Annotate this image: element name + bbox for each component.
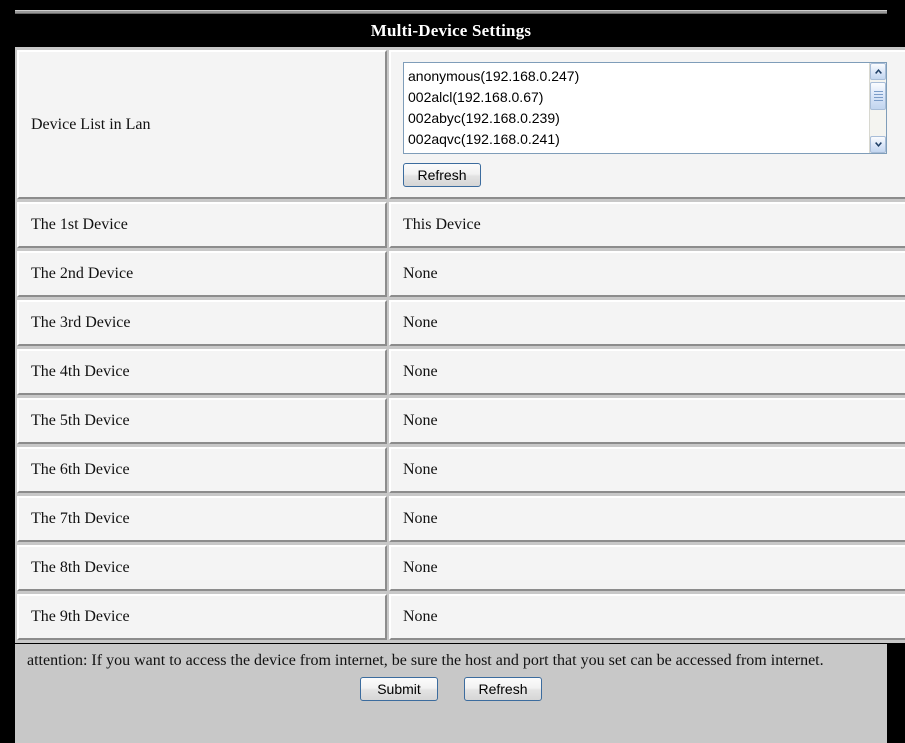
device-5-label-cell: The 5th Device (17, 398, 387, 444)
refresh-device-list-button[interactable]: Refresh (403, 163, 481, 187)
app-window: Multi-Device Settings Device List in Lan… (0, 0, 905, 743)
device-9-value: None (403, 608, 438, 625)
table-row: The 9th Device None (17, 594, 905, 640)
device-4-value-cell: None (389, 349, 905, 395)
scroll-thumb[interactable] (870, 82, 886, 110)
chevron-down-icon (874, 142, 882, 147)
list-item[interactable]: 002aqvc(192.168.0.241) (408, 129, 579, 150)
device-5-value-cell: None (389, 398, 905, 444)
listbox-refresh-wrap: Refresh (403, 163, 905, 187)
device-8-label: The 8th Device (31, 559, 130, 576)
attention-text: attention: If you want to access the dev… (27, 652, 824, 669)
device-list-label: Device List in Lan (31, 115, 151, 133)
device-2-value-cell: None (389, 251, 905, 297)
multi-device-settings-table: Device List in Lan anonymous(192.168.0.2… (15, 47, 905, 643)
device-1-value-cell: This Device (389, 202, 905, 248)
table-row: The 2nd Device None (17, 251, 905, 297)
scroll-thumb-grip (873, 89, 883, 103)
footer-buttons: Submit Refresh (23, 677, 879, 733)
device-6-label-cell: The 6th Device (17, 447, 387, 493)
device-7-value-cell: None (389, 496, 905, 542)
device-4-value: None (403, 363, 438, 380)
device-2-label-cell: The 2nd Device (17, 251, 387, 297)
table-row: The 1st Device This Device (17, 202, 905, 248)
device-1-label-cell: The 1st Device (17, 202, 387, 248)
table-row: The 5th Device None (17, 398, 905, 444)
device-7-label-cell: The 7th Device (17, 496, 387, 542)
device-8-value-cell: None (389, 545, 905, 591)
device-3-value: None (403, 314, 438, 331)
page-title: Multi-Device Settings (370, 20, 532, 40)
device-3-label: The 3rd Device (31, 314, 131, 331)
listbox-vertical-scrollbar[interactable] (869, 63, 886, 153)
device-7-label: The 7th Device (31, 510, 130, 527)
title-bar: Multi-Device Settings (15, 14, 887, 47)
table-body: Device List in Lan anonymous(192.168.0.2… (17, 50, 905, 640)
device-5-label: The 5th Device (31, 412, 130, 429)
table-row: The 8th Device None (17, 545, 905, 591)
device-2-value: None (403, 265, 438, 282)
device-5-value: None (403, 412, 438, 429)
table-row: The 6th Device None (17, 447, 905, 493)
device-list-label-cell: Device List in Lan (17, 50, 387, 199)
table-row: The 3rd Device None (17, 300, 905, 346)
device-1-value: This Device (403, 216, 481, 233)
list-item[interactable]: 002alcl(192.168.0.67) (408, 87, 579, 108)
device-6-value: None (403, 461, 438, 478)
device-8-value: None (403, 559, 438, 576)
chevron-up-icon (874, 69, 882, 74)
device-list-row: Device List in Lan anonymous(192.168.0.2… (17, 50, 905, 199)
device-9-label-cell: The 9th Device (17, 594, 387, 640)
scroll-down-button[interactable] (870, 136, 886, 153)
device-4-label-cell: The 4th Device (17, 349, 387, 395)
table-row: The 7th Device None (17, 496, 905, 542)
device-9-label: The 9th Device (31, 608, 130, 625)
device-7-value: None (403, 510, 438, 527)
listbox-items: anonymous(192.168.0.247) 002alcl(192.168… (404, 63, 579, 150)
refresh-button[interactable]: Refresh (464, 677, 542, 701)
lan-device-listbox[interactable]: anonymous(192.168.0.247) 002alcl(192.168… (403, 62, 887, 154)
device-1-label: The 1st Device (31, 216, 128, 233)
device-3-value-cell: None (389, 300, 905, 346)
device-3-label-cell: The 3rd Device (17, 300, 387, 346)
list-item[interactable]: anonymous(192.168.0.247) (408, 66, 579, 87)
device-8-label-cell: The 8th Device (17, 545, 387, 591)
device-4-label: The 4th Device (31, 363, 130, 380)
settings-panel: Multi-Device Settings Device List in Lan… (15, 10, 905, 743)
list-item[interactable]: 002abyc(192.168.0.239) (408, 108, 579, 129)
scroll-up-button[interactable] (870, 63, 886, 80)
device-9-value-cell: None (389, 594, 905, 640)
device-6-label: The 6th Device (31, 461, 130, 478)
table-row: The 4th Device None (17, 349, 905, 395)
footer: attention: If you want to access the dev… (15, 644, 887, 743)
device-2-label: The 2nd Device (31, 265, 134, 282)
device-list-value-cell: anonymous(192.168.0.247) 002alcl(192.168… (389, 50, 905, 199)
device-6-value-cell: None (389, 447, 905, 493)
submit-button[interactable]: Submit (360, 677, 438, 701)
